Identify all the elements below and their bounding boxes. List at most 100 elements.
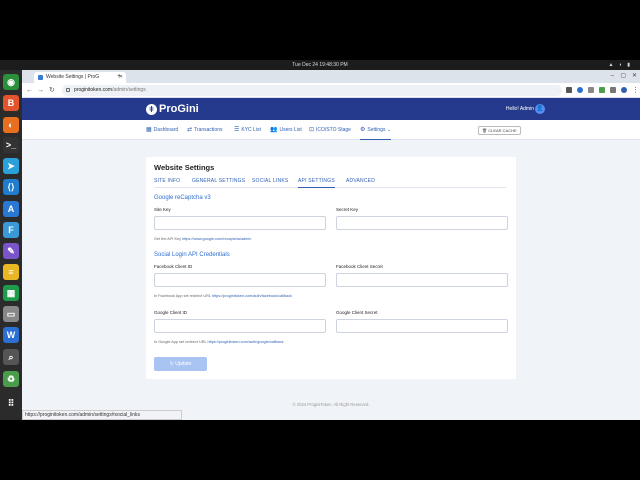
site-header: ǂ ProGini Hello! Admin 👤	[22, 98, 640, 120]
social-login-heading: Social Login API Credentials	[154, 252, 230, 258]
site-key-label: Site Key	[154, 207, 171, 212]
secret-key-input[interactable]	[336, 216, 508, 230]
recaptcha-help: Get the API Key https://www.google.com/r…	[154, 237, 251, 241]
dock-firefox-icon[interactable]: ◐	[3, 117, 19, 133]
transactions-icon: ⇄	[187, 127, 193, 133]
dock-brave-icon[interactable]: B	[3, 95, 19, 111]
facebook-client-secret-label: Facebook Client Secret	[336, 264, 383, 269]
recaptcha-admin-link[interactable]: https://www.google.com/recaptcha/admin	[182, 237, 251, 241]
facebook-client-id-input[interactable]	[154, 273, 326, 287]
main-nav: ▦ Dashboard ⇄ Transactions ☰ KYC List 👥 User…	[22, 120, 640, 140]
settings-card: Website Settings SITE INFO GENERAL SETTI…	[146, 157, 516, 379]
nav-dashboard[interactable]: ▦ Dashboard	[146, 120, 178, 140]
extension-icon[interactable]	[588, 87, 594, 93]
url-path: /admin/settings	[112, 87, 146, 93]
settings-tabs: SITE INFO GENERAL SETTINGS SOCIAL LINKS …	[154, 176, 506, 188]
back-button[interactable]: ←	[26, 85, 33, 96]
dock-spreadsheet-icon[interactable]: ▦	[3, 285, 19, 301]
clear-cache-button[interactable]: 🗑 CLEAR CACHE	[478, 126, 521, 135]
tab-general-settings[interactable]: GENERAL SETTINGS	[192, 176, 245, 187]
extension-icon[interactable]	[599, 87, 605, 93]
google-client-secret-input[interactable]	[336, 319, 508, 333]
dock-app-store-icon[interactable]: A	[3, 201, 19, 217]
trash-icon: 🗑	[482, 128, 488, 133]
puzzle-icon[interactable]	[610, 87, 616, 93]
facebook-client-id-label: Facebook Client ID	[154, 264, 193, 269]
forward-button[interactable]: →	[37, 85, 44, 96]
greeting-text[interactable]: Hello! Admin	[506, 98, 534, 120]
url-host: proginitoken.com	[74, 87, 113, 93]
key-icon[interactable]	[566, 87, 572, 93]
stage-icon: ⊡	[309, 127, 315, 133]
dock-apps-grid-icon[interactable]: ⠿	[3, 395, 19, 411]
nav-label: Dashboard	[153, 127, 179, 133]
minimize-button[interactable]: –	[611, 71, 614, 82]
brand-name: ProGini	[159, 103, 199, 115]
users-icon: 👥	[270, 127, 278, 133]
brand-logo[interactable]: ǂ ProGini	[146, 102, 199, 116]
dock-writer-icon[interactable]: W	[3, 327, 19, 343]
recaptcha-heading: Google reCaptcha v3	[154, 195, 211, 201]
dock-telegram-icon[interactable]: ➤	[3, 158, 19, 174]
browser-tab[interactable]: Website Settings | ProG ✕	[34, 72, 126, 83]
extension-icon[interactable]	[577, 87, 583, 93]
dock-chrome-icon[interactable]: ◉	[3, 74, 19, 90]
site-key-input[interactable]	[154, 216, 326, 230]
dashboard-icon: ▦	[146, 127, 152, 133]
dock-search-icon[interactable]: ⌕	[3, 349, 19, 365]
update-button[interactable]: ↻ Update	[154, 357, 207, 371]
nav-settings[interactable]: ⚙ Settings ⌄	[360, 120, 392, 140]
lock-icon	[66, 88, 70, 92]
kyc-icon: ☰	[234, 127, 240, 133]
tab-social-links[interactable]: SOCIAL LINKS	[252, 176, 288, 187]
facebook-help: In Facebook App set redirect URL https:/…	[154, 294, 292, 298]
user-avatar-icon[interactable]: 👤	[535, 104, 545, 114]
nav-transactions[interactable]: ⇄ Transactions	[187, 120, 222, 140]
tab-advanced[interactable]: ADVANCED	[346, 176, 375, 187]
system-tray[interactable]: ▲ ◖ ▮	[609, 60, 633, 70]
facebook-help-text: In Facebook App set redirect URL	[154, 294, 211, 298]
app-dock: ◉ B ◐ >_ ➤ ⟨⟩ A F ✎ ≡ ▦ ▭ W ⌕ ♻ ⠿	[0, 70, 22, 420]
google-client-id-label: Google Client ID	[154, 310, 188, 315]
clear-cache-label: CLEAR CACHE	[488, 128, 517, 133]
google-client-id-input[interactable]	[154, 319, 326, 333]
tab-api-settings[interactable]: API SETTINGS	[298, 176, 335, 188]
nav-label: Users List	[279, 127, 302, 133]
reload-button[interactable]: ↻	[49, 85, 55, 96]
nav-ico-sto-stage[interactable]: ⊡ ICO/STO Stage	[309, 120, 351, 140]
page-title: Website Settings	[154, 163, 215, 172]
logo-icon: ǂ	[146, 103, 157, 115]
address-bar-row: ← → ↻ proginitoken.com/admin/settings ⋮	[22, 83, 640, 98]
system-clock[interactable]: Tue Dec 24 19:48:30 PM	[292, 62, 347, 68]
nav-label: KYC List	[241, 127, 261, 133]
url-field[interactable]: proginitoken.com/admin/settings	[62, 85, 562, 96]
tab-site-info[interactable]: SITE INFO	[154, 176, 180, 187]
browser-menu-icon[interactable]: ⋮	[632, 85, 639, 96]
maximize-button[interactable]: ▢	[620, 71, 626, 82]
google-client-secret-label: Google Client Secret	[336, 310, 378, 315]
nav-users-list[interactable]: 👥 Users List	[270, 120, 302, 140]
dock-flutter-icon[interactable]: F	[3, 222, 19, 238]
dock-files-icon[interactable]: ▭	[3, 306, 19, 322]
close-window-button[interactable]: ✕	[632, 71, 637, 82]
status-bar-url: https://proginitoken.com/admin/settings#…	[22, 410, 182, 420]
dock-trash-icon[interactable]: ♻	[3, 371, 19, 387]
tab-strip: Website Settings | ProG ✕ + – ▢ ✕	[22, 70, 640, 83]
gear-icon: ⚙	[360, 127, 366, 133]
footer-copyright: © 2024 ProginiToken. All Right Reserved.	[292, 402, 370, 407]
system-top-bar: Tue Dec 24 19:48:30 PM ▲ ◖ ▮	[0, 60, 640, 70]
recaptcha-help-text: Get the API Key	[154, 237, 182, 241]
nav-label: Settings	[367, 127, 386, 133]
google-help-text: In Google App set redirect URL	[154, 340, 207, 344]
google-callback-link[interactable]: https://proginitoken.com/auth/google/cal…	[207, 340, 283, 344]
facebook-client-secret-input[interactable]	[336, 273, 508, 287]
nav-kyc-list[interactable]: ☰ KYC List	[234, 120, 261, 140]
dock-editor-icon[interactable]: ✎	[3, 243, 19, 259]
facebook-callback-link[interactable]: https://proginitoken.com/auth/facebook/c…	[212, 294, 292, 298]
profile-avatar-icon[interactable]	[621, 87, 627, 93]
new-tab-button[interactable]: +	[117, 72, 121, 81]
browser-window: Website Settings | ProG ✕ + – ▢ ✕ ← → ↻ …	[22, 70, 640, 420]
dock-notes-icon[interactable]: ≡	[3, 264, 19, 280]
dock-terminal-icon[interactable]: >_	[3, 137, 19, 153]
dock-vscode-icon[interactable]: ⟨⟩	[3, 179, 19, 195]
